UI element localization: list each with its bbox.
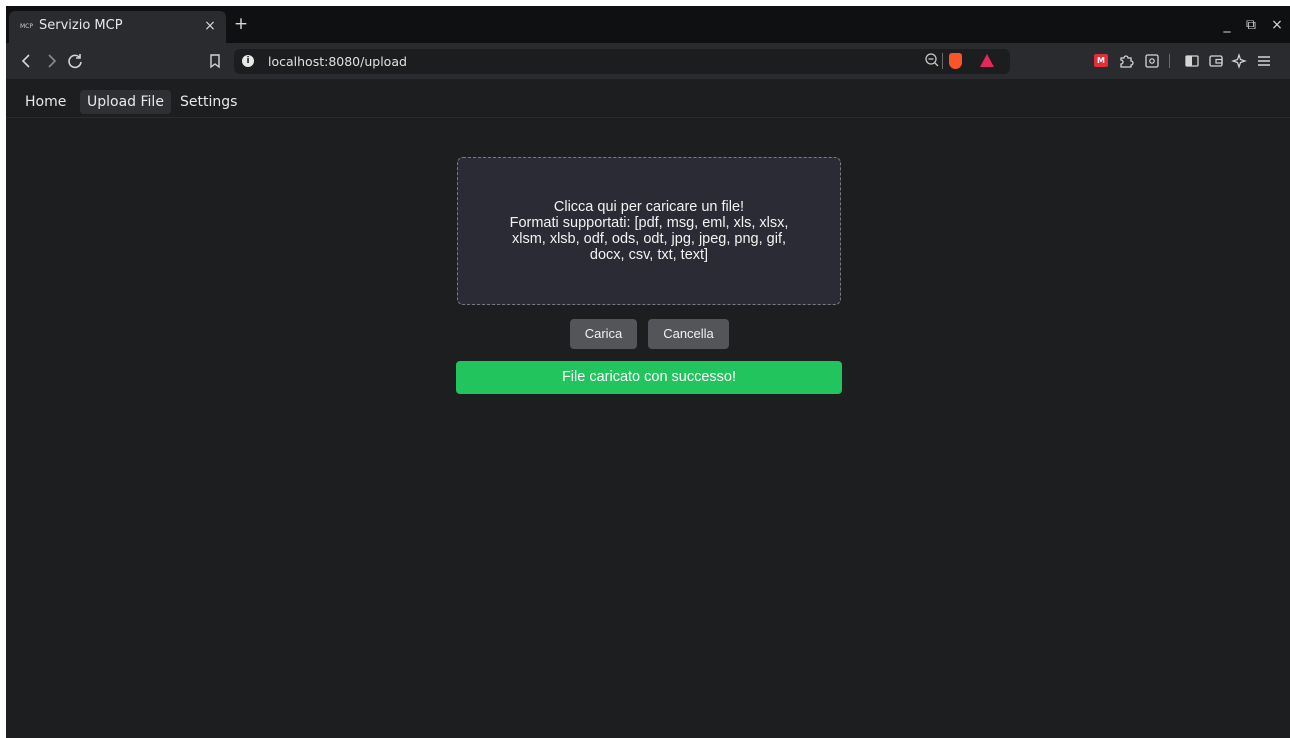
tab-strip: MCP Servizio MCP × + _ ⧉ × — [6, 6, 1290, 43]
reader-mode-icon[interactable] — [1142, 51, 1162, 71]
success-message: File caricato con successo! — [456, 361, 842, 394]
extension-icon[interactable]: M — [1094, 54, 1108, 67]
new-tab-icon[interactable]: + — [232, 15, 250, 33]
restore-icon[interactable]: ⧉ — [1242, 16, 1260, 34]
zoom-icon[interactable] — [924, 51, 940, 69]
mcp-favicon-icon: MCP — [20, 23, 33, 30]
cancel-button[interactable]: Cancella — [648, 319, 729, 349]
brave-rewards-icon[interactable] — [980, 54, 994, 67]
minimize-icon[interactable]: _ — [1218, 16, 1236, 34]
address-bar[interactable]: i localhost:8080/upload — [234, 49, 1010, 74]
brave-shields-icon[interactable] — [949, 53, 962, 69]
sidebar-icon[interactable] — [1182, 51, 1202, 71]
nav-settings[interactable]: Settings — [173, 90, 244, 114]
forward-icon[interactable] — [40, 50, 62, 72]
tab-title: Servizio MCP — [39, 18, 123, 33]
upload-button[interactable]: Carica — [570, 319, 637, 349]
wallet-icon[interactable] — [1206, 51, 1226, 71]
bookmark-icon[interactable] — [204, 50, 226, 72]
window-close-icon[interactable]: × — [1268, 16, 1286, 34]
leo-ai-icon[interactable] — [1230, 51, 1250, 71]
dropzone-text: Clicca qui per caricare un file! Formati… — [494, 199, 804, 263]
tab-close-icon[interactable]: × — [202, 17, 218, 35]
url-text[interactable]: localhost:8080/upload — [268, 54, 407, 69]
file-dropzone[interactable]: Clicca qui per caricare un file! Formati… — [457, 157, 841, 305]
reload-icon[interactable] — [64, 50, 86, 72]
dropzone-formats: Formati supportati: [pdf, msg, eml, xls,… — [509, 215, 789, 263]
browser-toolbar: i localhost:8080/upload M — [6, 43, 1290, 79]
extensions-puzzle-icon[interactable] — [1116, 51, 1136, 71]
app-navbar: Home Upload File Settings — [6, 79, 1290, 118]
nav-upload-file[interactable]: Upload File — [80, 90, 171, 114]
back-icon[interactable] — [16, 50, 38, 72]
tab-servizio-mcp[interactable]: MCP Servizio MCP × — [9, 11, 226, 43]
browser-window: MCP Servizio MCP × + _ ⧉ × i localhost:8… — [6, 6, 1290, 738]
site-info-icon[interactable]: i — [242, 55, 254, 67]
urlbar-separator — [942, 53, 943, 69]
menu-icon[interactable] — [1254, 51, 1274, 71]
dropzone-title: Clicca qui per caricare un file! — [553, 199, 745, 215]
toolbar-separator — [1169, 54, 1170, 68]
nav-home[interactable]: Home — [18, 90, 73, 114]
